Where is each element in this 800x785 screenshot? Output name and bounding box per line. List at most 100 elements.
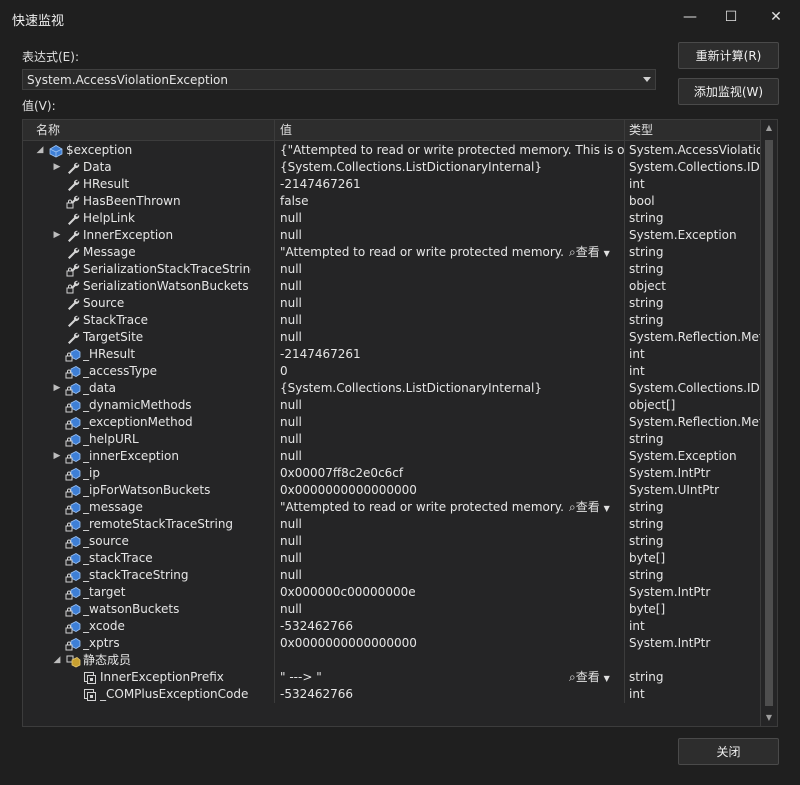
cell-value[interactable]: 0x000000c00000000e [280, 584, 624, 601]
cell-value[interactable]: 0x0000000000000000 [280, 482, 624, 499]
table-row[interactable]: _remoteStackTraceString null string [23, 516, 763, 533]
cell-value[interactable]: 0x0000000000000000 [280, 635, 624, 652]
chevron-down-icon[interactable]: ▼ [604, 674, 610, 683]
cell-value[interactable]: -532462766 [280, 618, 624, 635]
cell-value[interactable]: {System.Collections.ListDictionaryIntern… [280, 159, 624, 176]
table-row[interactable]: TargetSite null System.Reflection.Met... [23, 329, 763, 346]
table-row[interactable]: SerializationWatsonBuckets null object [23, 278, 763, 295]
table-row[interactable]: ▶ _innerException null System.Exception [23, 448, 763, 465]
cell-value[interactable]: null [280, 312, 624, 329]
column-header-name[interactable]: 名称 [31, 120, 60, 140]
view-label: 查看 [575, 245, 600, 259]
table-row[interactable]: HResult -2147467261 int [23, 176, 763, 193]
table-row[interactable]: _stackTrace null byte[] [23, 550, 763, 567]
table-row[interactable]: Source null string [23, 295, 763, 312]
cell-value[interactable]: -2147467261 [280, 176, 624, 193]
wrench-property-icon [65, 329, 81, 346]
table-row[interactable]: _target 0x000000c00000000e System.IntPtr [23, 584, 763, 601]
cell-value[interactable]: {System.Collections.ListDictionaryIntern… [280, 380, 624, 397]
expression-combobox[interactable]: System.AccessViolationException [22, 69, 656, 90]
chevron-down-icon[interactable] [639, 77, 655, 82]
collapsed-arrow-icon[interactable]: ▶ [52, 448, 62, 465]
expression-value[interactable]: System.AccessViolationException [23, 73, 639, 87]
table-row[interactable]: SerializationStackTraceString null string [23, 261, 763, 278]
add-watch-button[interactable]: 添加监视(W) [678, 78, 779, 105]
cell-value[interactable]: null [280, 261, 624, 278]
cell-value[interactable]: {"Attempted to read or write protected m… [280, 142, 624, 159]
cell-value[interactable]: null [280, 210, 624, 227]
expanded-arrow-icon[interactable]: ◢ [35, 142, 45, 159]
cell-value[interactable]: null [280, 533, 624, 550]
table-row[interactable]: Message "Attempted to read or write prote… [23, 244, 763, 261]
table-row[interactable]: _xptrs 0x0000000000000000 System.IntPtr [23, 635, 763, 652]
table-row[interactable]: ◢ 静态成员 [23, 652, 763, 669]
collapsed-arrow-icon[interactable]: ▶ [52, 227, 62, 244]
column-header-value[interactable]: 值 [275, 120, 292, 140]
maximize-button[interactable]: ☐ [717, 4, 745, 30]
cell-value[interactable]: null [280, 227, 624, 244]
table-row[interactable]: _dynamicMethods null object[] [23, 397, 763, 414]
minimize-button[interactable]: — [676, 4, 704, 30]
chevron-down-icon[interactable]: ▼ [604, 249, 610, 258]
cell-value[interactable]: null [280, 448, 624, 465]
scrollbar-thumb[interactable] [765, 140, 773, 706]
cell-value[interactable]: -532462766 [280, 686, 624, 703]
cell-value[interactable]: null [280, 397, 624, 414]
view-label: 查看 [575, 500, 600, 514]
cell-value[interactable]: 0x00007ff8c2e0c6cf [280, 465, 624, 482]
cell-value[interactable]: null [280, 295, 624, 312]
table-row[interactable]: ▶ Data {System.Collections.ListDictionaryI… [23, 159, 763, 176]
table-row[interactable]: _HResult -2147467261 int [23, 346, 763, 363]
cell-value[interactable]: null [280, 516, 624, 533]
table-row[interactable]: _xcode -532462766 int [23, 618, 763, 635]
table-row[interactable]: _stackTraceString null string [23, 567, 763, 584]
table-row[interactable]: _helpURL null string [23, 431, 763, 448]
table-row[interactable]: _watsonBuckets null byte[] [23, 601, 763, 618]
vertical-scrollbar[interactable]: ▲ ▼ [760, 120, 777, 726]
cell-value[interactable]: null [280, 329, 624, 346]
table-row[interactable]: ▶ InnerException null System.Exception [23, 227, 763, 244]
cell-value[interactable]: " ---> " [280, 669, 565, 686]
cell-value[interactable]: null [280, 601, 624, 618]
table-row[interactable]: _ipForWatsonBuckets 0x0000000000000000 Sys… [23, 482, 763, 499]
cell-value[interactable]: 0 [280, 363, 624, 380]
table-row[interactable]: HasBeenThrown false bool [23, 193, 763, 210]
scroll-down-icon[interactable]: ▼ [761, 710, 777, 726]
wrench-property-icon [65, 227, 81, 244]
table-row[interactable]: _message "Attempted to read or write prot… [23, 499, 763, 516]
cell-value[interactable]: null [280, 550, 624, 567]
private-field-icon [65, 346, 81, 363]
cell-value[interactable]: null [280, 414, 624, 431]
table-row[interactable]: ▶ _data {System.Collections.ListDictionary… [23, 380, 763, 397]
cell-value[interactable]: "Attempted to read or write protected me… [280, 244, 565, 261]
cell-value[interactable]: "Attempted to read or write protected me… [280, 499, 565, 516]
close-dialog-button[interactable]: 关闭 [678, 738, 779, 765]
cell-value[interactable]: null [280, 431, 624, 448]
table-row[interactable]: InnerExceptionPrefix " ---> " ⌕查看 ▼ string [23, 669, 763, 686]
cell-name: _COMPlusExceptionCode [100, 687, 249, 701]
table-row[interactable]: StackTrace null string [23, 312, 763, 329]
table-row[interactable]: _source null string [23, 533, 763, 550]
chevron-down-icon[interactable]: ▼ [604, 504, 610, 513]
view-visualizer-button[interactable]: ⌕查看 ▼ [569, 669, 625, 686]
view-visualizer-button[interactable]: ⌕查看 ▼ [569, 244, 625, 261]
cell-value[interactable]: -2147467261 [280, 346, 624, 363]
table-row[interactable]: _ip 0x00007ff8c2e0c6cf System.IntPtr [23, 465, 763, 482]
table-row[interactable]: _COMPlusExceptionCode -532462766 int [23, 686, 763, 703]
table-row[interactable]: _accessType 0 int [23, 363, 763, 380]
table-row[interactable]: ◢ $exception {"Attempted to read or write … [23, 142, 763, 159]
column-header-type[interactable]: 类型 [624, 120, 653, 140]
collapsed-arrow-icon[interactable]: ▶ [52, 380, 62, 397]
close-window-button[interactable]: ✕ [762, 4, 790, 30]
cell-value[interactable]: null [280, 278, 624, 295]
recalculate-button[interactable]: 重新计算(R) [678, 42, 779, 69]
collapsed-arrow-icon[interactable]: ▶ [52, 159, 62, 176]
cell-value[interactable]: null [280, 567, 624, 584]
table-row[interactable]: HelpLink null string [23, 210, 763, 227]
scroll-up-icon[interactable]: ▲ [761, 120, 777, 136]
cell-value[interactable] [280, 652, 624, 669]
cell-value[interactable]: false [280, 193, 624, 210]
expanded-arrow-icon[interactable]: ◢ [52, 652, 62, 669]
view-visualizer-button[interactable]: ⌕查看 ▼ [569, 499, 625, 516]
table-row[interactable]: _exceptionMethod null System.Reflection.Me… [23, 414, 763, 431]
